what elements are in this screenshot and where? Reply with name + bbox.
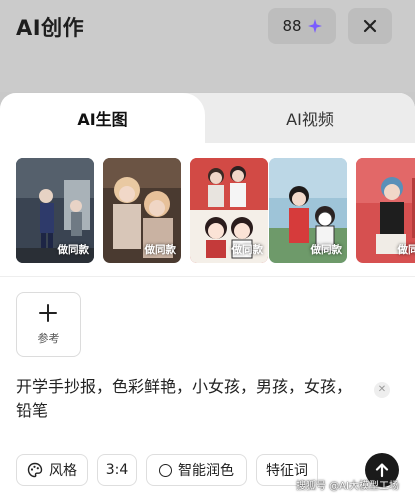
close-icon: ✕ [377, 384, 387, 395]
template-card[interactable]: 做同款 [103, 158, 181, 263]
arrow-up-icon [375, 463, 389, 478]
add-reference-button[interactable]: 参考 [16, 292, 81, 357]
prompt-input[interactable]: 开学手抄报，色彩鲜艳，小女孩，男孩，女孩，铅笔 [16, 375, 361, 423]
style-button[interactable]: 风格 [16, 454, 88, 486]
same-style-badge: 做同款 [231, 244, 264, 256]
tab-ai-video[interactable]: AI视频 [205, 93, 415, 143]
tab-ai-image[interactable]: AI生图 [0, 93, 205, 143]
template-card[interactable]: 做同款 [269, 158, 347, 263]
same-style-badge: 做同款 [310, 244, 343, 256]
app-title: AI创作 [16, 16, 85, 40]
same-style-badge: 做同款 [57, 244, 90, 256]
clear-prompt-button[interactable]: ✕ [374, 382, 390, 398]
watermark: 搜狐号 @AI大模型工场 [296, 481, 399, 492]
style-label: 风格 [49, 463, 77, 479]
smart-polish-toggle[interactable]: 智能润色 [146, 454, 247, 486]
plus-icon [39, 304, 57, 322]
template-carousel[interactable]: 做同款 做同款 做同款 做同款 做同 [16, 158, 415, 263]
reference-label: 参考 [37, 332, 60, 345]
tab-bar: AI生图 AI视频 [0, 93, 415, 143]
same-style-badge: 做同款 [144, 244, 177, 256]
aspect-ratio-button[interactable]: 3:4 [97, 454, 137, 486]
template-card[interactable]: 做同款 [190, 158, 268, 263]
palette-icon [27, 462, 43, 478]
credits-button[interactable]: 88 [268, 8, 336, 44]
credits-count: 88 [282, 17, 302, 35]
smart-polish-label: 智能润色 [178, 463, 234, 479]
aspect-ratio-label: 3:4 [105, 462, 129, 478]
header-bar: AI创作 88 [0, 0, 415, 92]
close-icon [363, 19, 377, 33]
section-divider [0, 276, 415, 277]
sparkle-icon [307, 19, 322, 33]
template-card[interactable]: 做同款 [356, 158, 415, 263]
close-button[interactable] [348, 8, 392, 44]
radio-circle-icon [159, 463, 172, 477]
same-style-badge: 做同款 [397, 244, 415, 256]
creation-sheet: AI生图 AI视频 做同款 做同款 做同款 做同款 做同 参考 开学手抄报，色彩… [0, 93, 415, 501]
template-card[interactable]: 做同款 [16, 158, 94, 263]
